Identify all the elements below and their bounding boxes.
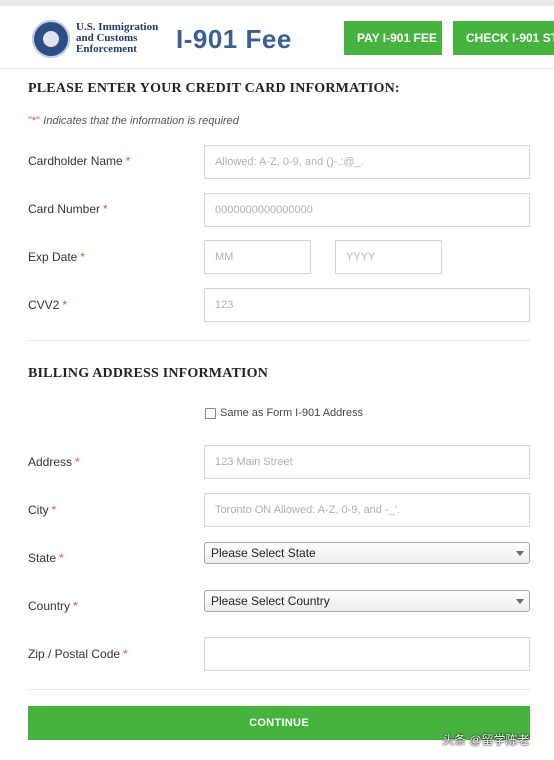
city-label: City *: [28, 503, 56, 517]
cardholder-label: Cardholder Name *: [28, 154, 130, 168]
same-as-form-label[interactable]: Same as Form I-901 Address: [220, 407, 363, 419]
address-label: Address *: [28, 455, 80, 469]
required-star: *: [123, 647, 128, 661]
label-text: Card Number: [28, 202, 101, 216]
zip-input[interactable]: [204, 637, 530, 671]
check-status-button[interactable]: CHECK I-901 STA: [453, 21, 554, 55]
cardholder-name-input[interactable]: Allowed: A-Z, 0-9, and ()-.:@_.: [204, 145, 530, 179]
label-text: Zip / Postal Code: [28, 647, 121, 661]
chevron-down-icon: [516, 551, 524, 556]
required-star: *: [59, 551, 64, 565]
watermark-text: 头条 @留学陈老: [442, 733, 530, 747]
same-as-form-checkbox[interactable]: [205, 408, 216, 419]
chevron-down-icon: [516, 599, 524, 604]
exp-month-input[interactable]: MM: [204, 240, 311, 274]
card-number-input[interactable]: 0000000000000000: [204, 193, 530, 227]
required-note-text: Indicates that the information is requir…: [40, 115, 239, 127]
state-select-value: Please Select State: [211, 546, 316, 560]
required-star: *: [75, 455, 80, 469]
pay-fee-button[interactable]: PAY I-901 FEE: [344, 21, 442, 55]
label-text: City: [28, 503, 49, 517]
country-label: Country *: [28, 599, 78, 613]
page-brand-title: I-901 Fee: [176, 24, 292, 54]
label-text: Address: [28, 455, 73, 469]
required-star: *: [103, 202, 108, 216]
country-select[interactable]: Please Select Country: [204, 590, 530, 612]
country-select-value: Please Select Country: [211, 594, 330, 608]
agency-name: U.S. Immigration and Customs Enforcement: [76, 22, 158, 55]
required-star: *: [125, 154, 131, 168]
address-input[interactable]: 123 Main Street: [204, 445, 530, 479]
cvv2-label: CVV2 *: [28, 298, 67, 312]
required-star: *: [51, 503, 57, 517]
required-quote: "*": [28, 115, 41, 127]
city-input[interactable]: Toronto ON Allowed: A-Z, 0-9, and -_'.: [204, 493, 530, 527]
required-star: *: [73, 599, 78, 613]
site-header: U.S. Immigration and Customs Enforcement…: [0, 6, 554, 69]
agency-line: Enforcement: [76, 43, 137, 55]
state-label: State *: [28, 551, 64, 565]
cvv2-input[interactable]: 123: [204, 288, 530, 322]
label-text: CVV2: [28, 298, 60, 312]
label-text: Country: [28, 599, 71, 613]
required-star: *: [80, 250, 86, 264]
exp-year-input[interactable]: YYYY: [335, 240, 442, 274]
zip-label: Zip / Postal Code *: [28, 647, 128, 661]
billing-section-title: BILLING ADDRESS INFORMATION: [28, 366, 269, 381]
required-note: "*" Indicates that the information is re…: [28, 115, 239, 127]
label-text: State: [28, 551, 57, 565]
label-text: Exp Date: [28, 250, 78, 264]
required-star: *: [62, 298, 68, 312]
state-select[interactable]: Please Select State: [204, 542, 530, 564]
label-text: Cardholder Name: [28, 154, 123, 168]
exp-date-label: Exp Date *: [28, 250, 85, 264]
form-divider: [28, 689, 530, 690]
card-section-title: PLEASE ENTER YOUR CREDIT CARD INFORMATIO…: [28, 81, 400, 96]
dhs-seal-icon: [32, 20, 70, 58]
section-divider: [28, 340, 530, 341]
card-number-label: Card Number *: [28, 202, 108, 216]
